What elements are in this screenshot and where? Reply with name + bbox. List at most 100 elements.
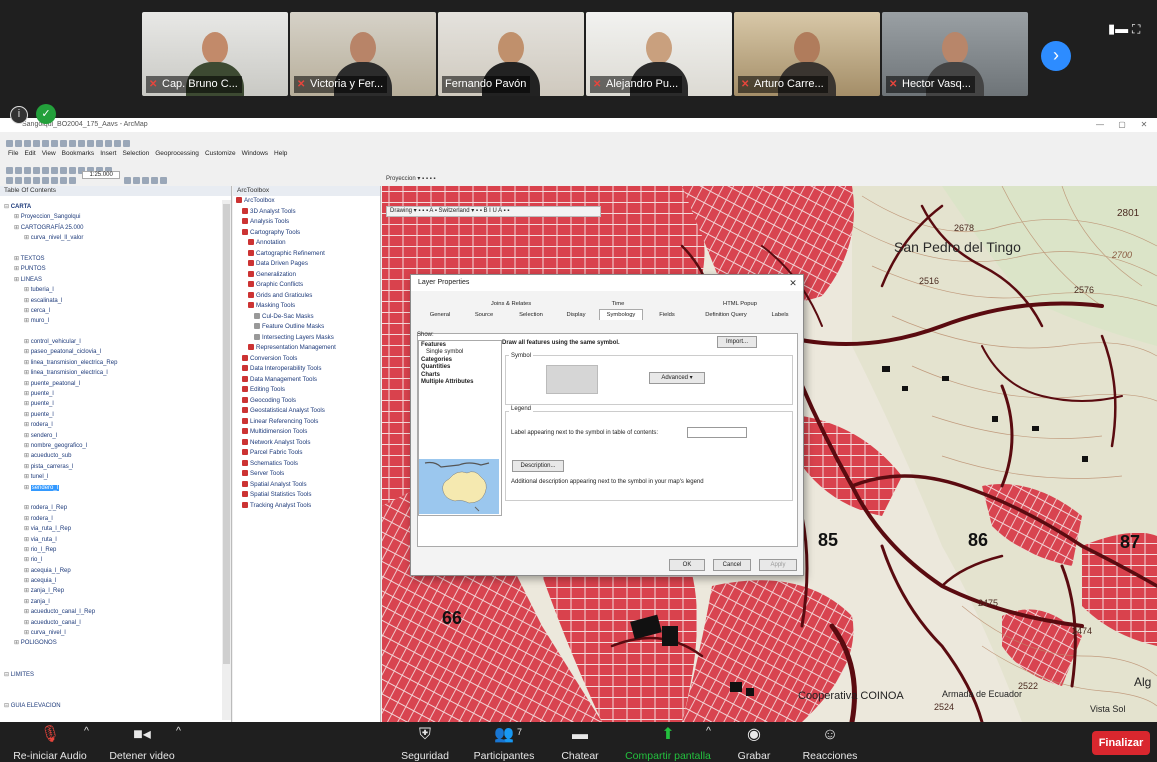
layer-checkbox-icon[interactable]: ⊟ [4, 672, 11, 678]
layer-checkbox-icon[interactable]: ⊟ [4, 204, 11, 210]
layer-checkbox-icon[interactable]: ⊞ [24, 599, 31, 605]
speaker-view-icon[interactable]: ▮▬ [1108, 22, 1128, 36]
toc-layer-item[interactable]: ⊞ puente_l [0, 399, 231, 409]
toc-layer-item[interactable]: ⊞ LINEAS [0, 275, 231, 285]
toolbox-tree-item[interactable]: Multidimension Tools [233, 427, 380, 438]
show-item-single-symbol[interactable]: Single symbol [421, 349, 499, 356]
toc-layer-item[interactable]: ⊞ tuberia_l [0, 285, 231, 295]
tab-general[interactable]: General [423, 310, 457, 320]
menu-geoprocessing[interactable]: Geoprocessing [155, 148, 199, 160]
layer-checkbox-icon[interactable]: ⊞ [24, 464, 31, 470]
toolbox-tree-item[interactable]: Data Driven Pages [233, 259, 380, 270]
toolbox-tree-item[interactable]: Conversion Tools [233, 354, 380, 365]
toc-layer-item[interactable]: ⊞ rodera_l [0, 514, 231, 524]
layer-checkbox-icon[interactable]: ⊞ [24, 401, 31, 407]
toolbox-tree-item[interactable]: Masking Tools [233, 301, 380, 312]
toc-layer-item[interactable]: ⊞ TEXTOS [0, 254, 231, 264]
share-screen-button[interactable]: ⬆ Compartir pantalla [618, 725, 718, 762]
advanced-button[interactable]: Advanced ▾ [649, 372, 705, 384]
menu-help[interactable]: Help [274, 148, 287, 160]
toc-layer-item[interactable]: ⊞ sendero_l [0, 483, 231, 493]
dialog-close-icon[interactable]: ✕ [787, 277, 799, 289]
menu-insert[interactable]: Insert [100, 148, 116, 160]
tab-time[interactable]: Time [603, 299, 633, 309]
toolbox-tree-item[interactable]: Grids and Graticules [233, 291, 380, 302]
toc-layer-item[interactable]: ⊞ via_ruta_l [0, 535, 231, 545]
layer-checkbox-icon[interactable]: ⊞ [24, 453, 31, 459]
drawing-toolbar[interactable]: Drawing ▾ ▪ ▪ ▪ A ▪ Switzerland ▾ ▪ ▪ B … [386, 206, 601, 217]
toc-layer-item[interactable]: ⊞ muro_l [0, 316, 231, 326]
layer-checkbox-icon[interactable]: ⊞ [14, 225, 21, 231]
layer-checkbox-icon[interactable]: ⊞ [14, 277, 21, 283]
participants-button[interactable]: 👥 Participantes [466, 725, 542, 762]
layer-checkbox-icon[interactable]: ⊞ [14, 266, 21, 272]
layer-checkbox-icon[interactable]: ⊞ [24, 474, 31, 480]
menu-bookmarks[interactable]: Bookmarks [62, 148, 95, 160]
tab-labels[interactable]: Labels [767, 310, 793, 320]
show-item-categories[interactable]: Categories [421, 357, 499, 364]
toolbox-tree-item[interactable]: Graphic Conflicts [233, 280, 380, 291]
toc-layer-item[interactable]: ⊞ nombre_geografico_l [0, 441, 231, 451]
toc-layer-item[interactable]: ⊟ GUIA ELEVACION [0, 701, 231, 711]
show-item-multiple-attributes[interactable]: Multiple Attributes [421, 379, 499, 386]
participant-tile-1[interactable]: ✕ Cap. Bruno C... [142, 12, 288, 96]
toc-layer-item[interactable]: ⊞ rodera_l_Rep [0, 503, 231, 513]
menu-view[interactable]: View [42, 148, 56, 160]
cancel-button[interactable]: Cancel [713, 559, 751, 571]
toolbox-tree-item[interactable]: Parcel Fabric Tools [233, 448, 380, 459]
toolbox-tree-item[interactable]: 3D Analyst Tools [233, 207, 380, 218]
toc-layer-item[interactable]: ⊟ CARTA [0, 202, 231, 212]
next-page-button[interactable]: › [1041, 41, 1071, 71]
toc-layer-item[interactable] [0, 649, 231, 659]
layer-checkbox-icon[interactable]: ⊞ [24, 360, 31, 366]
tab-selection[interactable]: Selection [513, 310, 549, 320]
record-button[interactable]: ◉ Grabar [726, 725, 782, 762]
toc-layer-item[interactable]: ⊞ acueducto_canal_l_Rep [0, 607, 231, 617]
toc-layer-item[interactable] [0, 690, 231, 700]
video-button[interactable]: ■◂ Detener video [104, 725, 180, 762]
toc-layer-item[interactable]: ⊞ rodera_l [0, 420, 231, 430]
toc-layer-item[interactable]: ⊞ acueducto_sub [0, 451, 231, 461]
toc-layer-item[interactable] [0, 659, 231, 669]
toc-layer-item[interactable]: ⊞ zanja_l [0, 597, 231, 607]
tab-fields[interactable]: Fields [655, 310, 679, 320]
layer-checkbox-icon[interactable]: ⊞ [24, 578, 31, 584]
toc-layer-item[interactable]: ⊞ curva_nivel_l [0, 628, 231, 638]
layer-checkbox-icon[interactable]: ⊞ [24, 568, 31, 574]
toolbox-tree-item[interactable]: Annotation [233, 238, 380, 249]
tab-display[interactable]: Display [561, 310, 591, 320]
toolbox-tree-item[interactable]: Representation Management [233, 343, 380, 354]
toc-layer-item[interactable]: ⊞ zanja_l_Rep [0, 586, 231, 596]
layer-checkbox-icon[interactable]: ⊞ [24, 370, 31, 376]
toc-layer-item[interactable]: ⊞ rio_l [0, 555, 231, 565]
chat-button[interactable]: ▬ Chatear [552, 725, 608, 762]
toc-layer-item[interactable]: ⊟ LIMITES [0, 670, 231, 680]
toolbox-tree-item[interactable]: Data Interoperability Tools [233, 364, 380, 375]
toc-layer-item[interactable]: ⊞ puente_l [0, 389, 231, 399]
menu-file[interactable]: File [8, 148, 18, 160]
toc-layer-item[interactable]: ⊞ acueducto_canal_l [0, 618, 231, 628]
toolbox-tree-item[interactable]: Feature Outline Masks [233, 322, 380, 333]
tab-html-popup[interactable]: HTML Popup [715, 299, 765, 309]
layer-checkbox-icon[interactable]: ⊞ [24, 505, 31, 511]
toc-layer-item[interactable]: ⊞ curva_nivel_ll_valor [0, 233, 231, 243]
toc-layer-item[interactable] [0, 244, 231, 254]
show-item-quantities[interactable]: Quantities [421, 364, 499, 371]
scale-box[interactable]: 1:25.000 [82, 171, 120, 179]
toolbox-tree-item[interactable]: Cartography Tools [233, 228, 380, 239]
toc-layer-item[interactable]: ⊞ escalinata_l [0, 296, 231, 306]
layer-checkbox-icon[interactable]: ⊞ [24, 547, 31, 553]
toolbox-tree-item[interactable]: Intersecting Layers Masks [233, 333, 380, 344]
toc-layer-item[interactable] [0, 493, 231, 503]
layer-checkbox-icon[interactable]: ⊞ [24, 516, 31, 522]
layer-checkbox-icon[interactable]: ⊞ [24, 422, 31, 428]
layer-checkbox-icon[interactable]: ⊞ [24, 412, 31, 418]
toc-layer-item[interactable] [0, 711, 231, 721]
toc-layer-item[interactable] [0, 327, 231, 337]
tab-joins-relates[interactable]: Joins & Relates [481, 299, 541, 309]
layer-checkbox-icon[interactable]: ⊞ [24, 588, 31, 594]
toc-layer-item[interactable]: ⊞ sendero_l [0, 431, 231, 441]
symbol-swatch[interactable] [546, 365, 598, 394]
toolbox-tree-item[interactable]: Cartographic Refinement [233, 249, 380, 260]
toolbox-tree-item[interactable]: Linear Referencing Tools [233, 417, 380, 428]
